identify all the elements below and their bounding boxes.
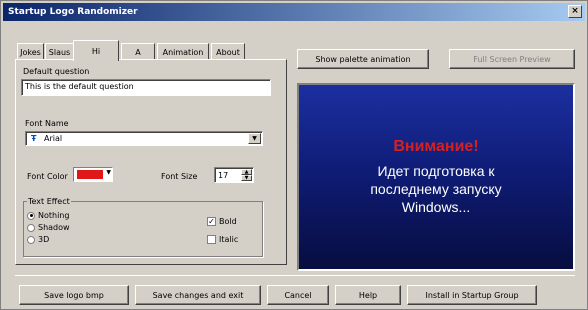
help-label: Help [358, 290, 378, 300]
save-logo-label: Save logo bmp [44, 290, 104, 300]
help-button[interactable]: Help [335, 285, 401, 305]
font-size-spinner[interactable]: 17 ▲ ▼ [214, 167, 254, 183]
preview-message-line2: последнему запуску [370, 181, 502, 197]
preview-message-line1: Идет подготовка к [377, 163, 495, 179]
preview-warning: Внимание! [393, 138, 479, 155]
italic-checkbox[interactable]: Italic [207, 235, 238, 244]
tab-about-label: About [216, 48, 240, 57]
cancel-button[interactable]: Cancel [267, 285, 329, 305]
font-name-select[interactable]: Ŧ Arial ▼ [25, 131, 263, 146]
effect-3d-radio[interactable]: 3D [27, 235, 49, 244]
save-logo-bmp-button[interactable]: Save logo bmp [19, 285, 129, 305]
tab-animation-label: Animation [162, 48, 204, 57]
cancel-label: Cancel [284, 290, 312, 300]
main-window: Startup Logo Randomizer × Jokes Slaus Hi… [0, 0, 588, 310]
font-size-value: 17 [218, 171, 229, 180]
chevron-down-icon: ▼ [106, 169, 111, 176]
effect-shadow-radio[interactable]: Shadow [27, 223, 70, 232]
tab-hi[interactable]: Hi [73, 40, 119, 61]
title-bar[interactable]: Startup Logo Randomizer × [3, 3, 585, 21]
tab-hi-label: Hi [91, 46, 101, 56]
italic-check-box [207, 235, 216, 244]
tab-slaus-label: Slaus [48, 48, 71, 57]
font-color-label: Font Color [27, 172, 68, 181]
font-type-icon: Ŧ [31, 134, 37, 143]
divider [15, 275, 575, 276]
font-color-swatch [77, 170, 103, 179]
effect-nothing-label: Nothing [38, 211, 70, 220]
logo-preview: Внимание! Идет подготовка к последнему з… [297, 83, 575, 271]
font-name-label: Font Name [25, 119, 69, 128]
full-screen-label: Full Screen Preview [473, 54, 551, 64]
full-screen-preview-button[interactable]: Full Screen Preview [449, 49, 575, 69]
close-button[interactable]: × [568, 5, 582, 18]
radio-indicator [27, 211, 35, 220]
tab-a-label: A [135, 48, 141, 57]
install-startup-group-button[interactable]: Install in Startup Group [407, 285, 537, 305]
font-name-value: Arial [44, 134, 63, 143]
bold-check-icon: ✓ [207, 217, 216, 226]
bold-label: Bold [219, 217, 237, 226]
spin-down-icon[interactable]: ▼ [241, 175, 252, 181]
show-palette-animation-button[interactable]: Show palette animation [297, 49, 429, 69]
effect-nothing-radio[interactable]: Nothing [27, 211, 69, 220]
window-title: Startup Logo Randomizer [8, 7, 138, 17]
font-size-label: Font Size [161, 172, 198, 181]
install-label: Install in Startup Group [425, 290, 519, 300]
save-exit-label: Save changes and exit [152, 290, 244, 300]
effect-shadow-label: Shadow [38, 223, 70, 232]
font-color-picker[interactable]: ▼ [73, 167, 113, 182]
radio-indicator [27, 235, 35, 244]
default-question-input[interactable]: This is the default question [21, 79, 271, 96]
preview-message-line3: Windows... [401, 199, 471, 215]
text-effect-label: Text Effect [27, 197, 71, 206]
save-and-exit-button[interactable]: Save changes and exit [135, 285, 261, 305]
tab-jokes-label: Jokes [20, 48, 41, 57]
default-question-label: Default question [23, 67, 90, 76]
radio-indicator [27, 223, 35, 232]
effect-3d-label: 3D [38, 235, 50, 244]
bold-checkbox[interactable]: ✓ Bold [207, 217, 237, 226]
chevron-down-icon[interactable]: ▼ [248, 133, 261, 144]
italic-label: Italic [219, 235, 239, 244]
show-palette-label: Show palette animation [315, 54, 411, 64]
